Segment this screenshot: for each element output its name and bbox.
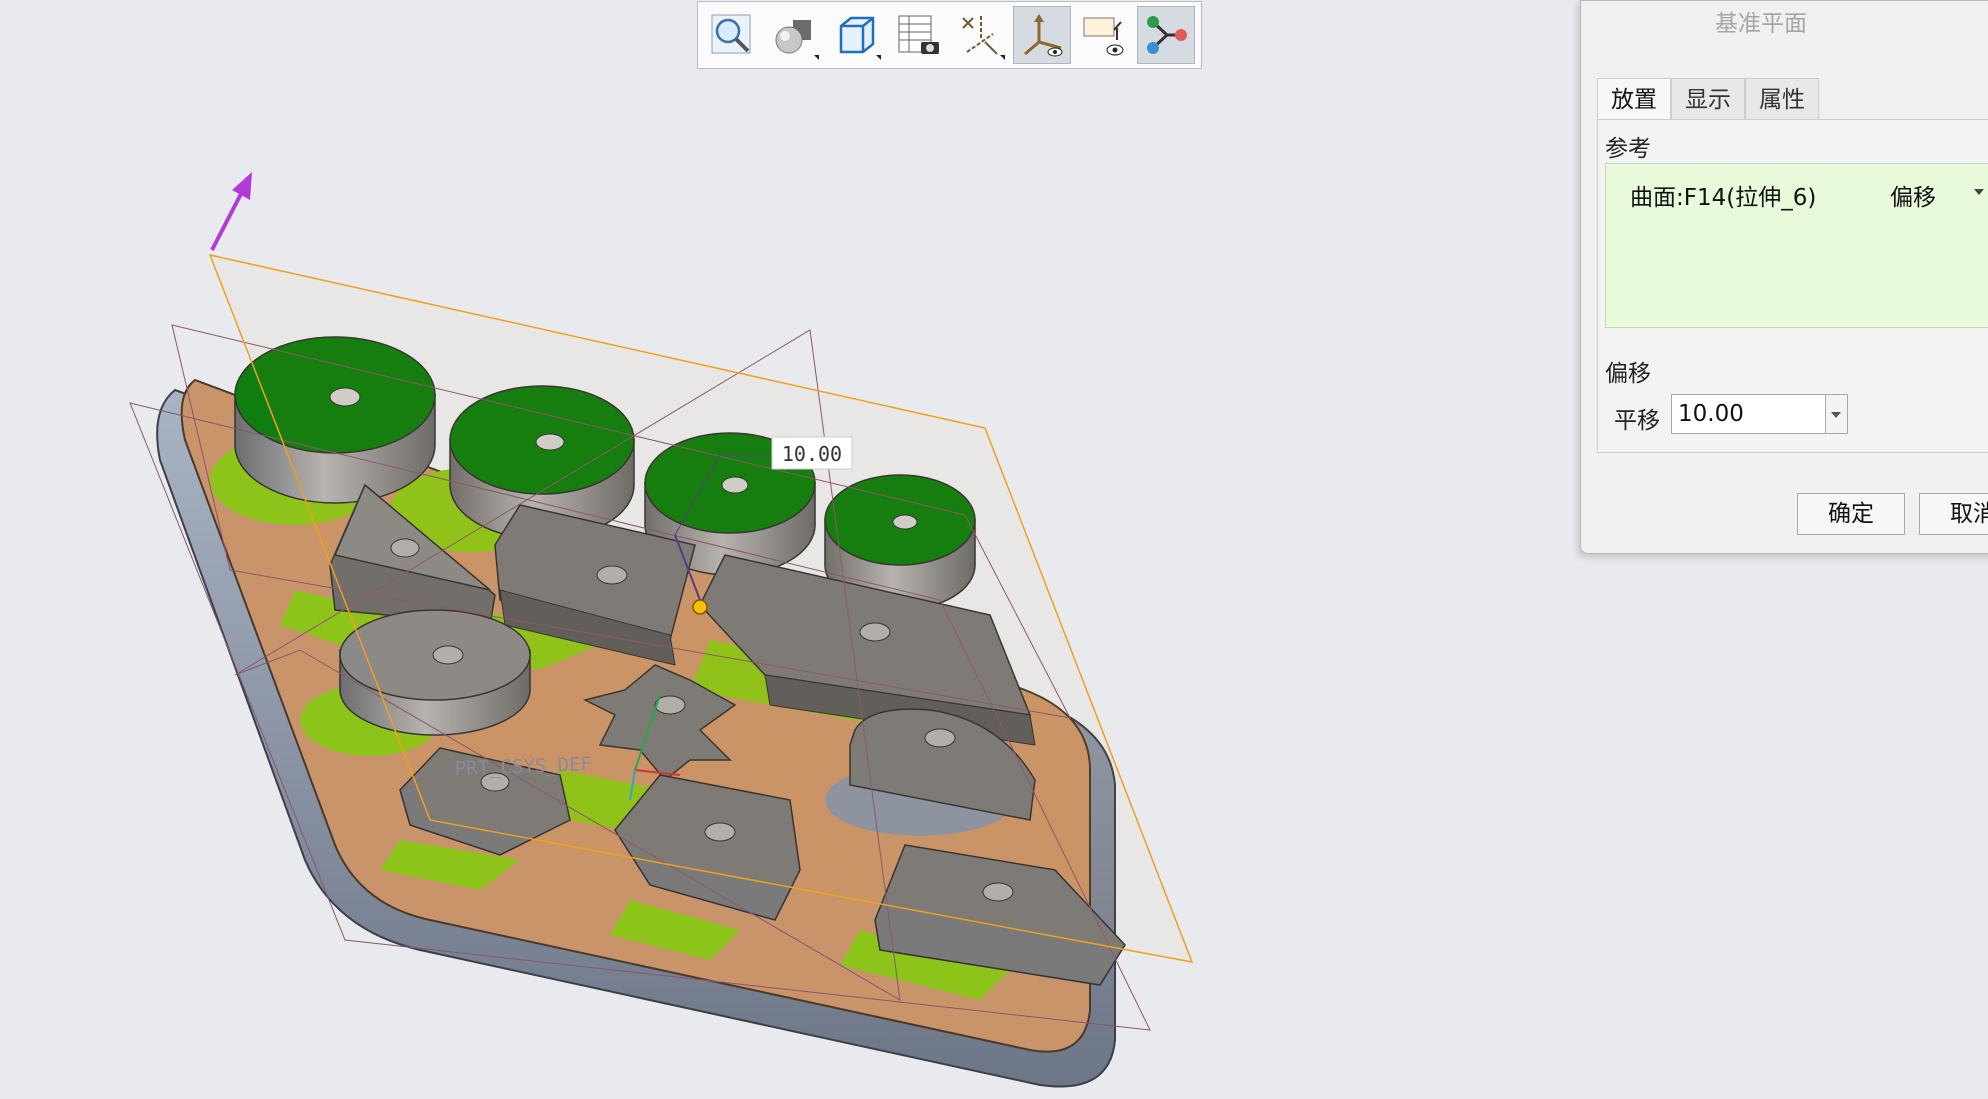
spin-center-icon [1147,16,1187,54]
annotation-display-button[interactable] [1075,6,1133,64]
reference-surface[interactable]: 曲面:F14(拉伸_6) [1630,178,1816,212]
ok-button[interactable]: 确定 [1797,493,1905,535]
graphics-toolbar [697,1,1202,69]
references-label: 参考 [1605,136,1651,162]
translate-dropdown-button[interactable] [1826,394,1848,434]
offset-label: 偏移 [1605,361,1651,387]
datum-display-icon [962,16,998,55]
direction-arrow-icon[interactable] [210,172,252,251]
datum-display-button[interactable] [951,6,1009,64]
saved-views-button[interactable] [827,6,885,64]
annotation-display-icon [1083,17,1124,56]
reference-constraint-dropdown[interactable]: 偏移 [1890,178,1936,212]
datum-plane-dialog: 基准平面 放置 显示 属性 参考 曲面:F14(拉伸_6) 偏移 偏移 平移 1… [1580,0,1988,554]
csys-display-icon [1024,14,1063,57]
csys-display-button[interactable] [1013,6,1071,64]
zoom-icon [711,14,751,54]
spin-center-button[interactable] [1137,6,1195,64]
offset-dimension-label[interactable]: 10.00 [782,442,842,466]
translate-value-input[interactable]: 10.00 [1671,394,1826,434]
dialog-title[interactable]: 基准平面 [1581,1,1988,47]
offset-drag-handle[interactable] [692,599,708,615]
display-style-button[interactable] [765,6,823,64]
translate-label: 平移 [1614,408,1660,434]
view-manager-button[interactable] [889,6,947,64]
cancel-button[interactable]: 取消 [1919,493,1988,535]
tab-placement[interactable]: 放置 [1597,78,1671,120]
display-style-icon [775,20,811,54]
references-collector[interactable]: 曲面:F14(拉伸_6) 偏移 [1605,163,1988,328]
zoom-button[interactable] [703,6,761,64]
tab-display[interactable]: 显示 [1671,78,1745,120]
saved-views-icon [839,16,875,54]
tab-properties[interactable]: 属性 [1745,78,1819,120]
chevron-down-icon[interactable] [1974,189,1984,195]
tab-bar: 放置 显示 属性 [1597,78,1819,120]
view-manager-icon [898,15,939,54]
